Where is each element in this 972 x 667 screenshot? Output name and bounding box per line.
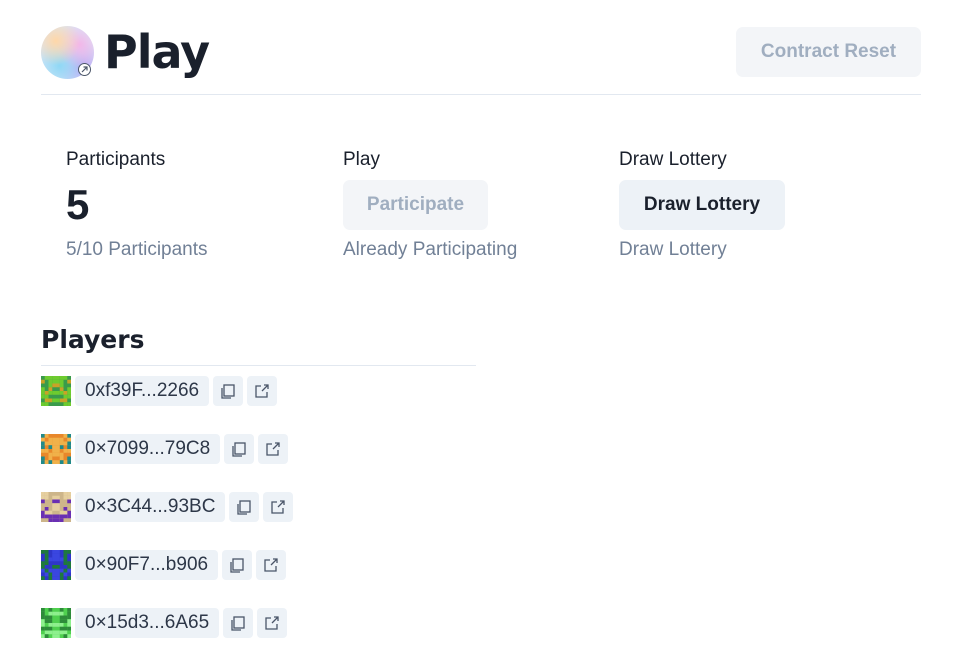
external-link-icon[interactable] xyxy=(256,550,287,580)
players-heading: Players xyxy=(41,322,476,366)
play-label: Play xyxy=(343,149,380,170)
page-title: Play xyxy=(104,25,210,79)
player-address: 0×90F7...b906 xyxy=(75,550,219,580)
external-link-icon[interactable] xyxy=(263,492,294,522)
participants-help-text: 5/10 Participants xyxy=(66,239,208,260)
player-row: 0xf39F...2266 xyxy=(41,376,281,406)
copy-icon[interactable] xyxy=(224,434,255,464)
participate-button[interactable]: Participate xyxy=(343,180,488,230)
play-help-text: Already Participating xyxy=(343,239,518,260)
player-row: 0×3C44...93BC xyxy=(41,492,297,522)
player-avatar xyxy=(41,376,71,406)
external-link-icon[interactable] xyxy=(257,608,288,638)
page-header: Play Contract Reset xyxy=(41,24,921,95)
player-address: 0xf39F...2266 xyxy=(75,376,210,406)
play-stat: Play Participate Already Participating xyxy=(343,148,517,260)
participants-label: Participants xyxy=(66,149,166,170)
participants-stat: Participants 5 5/10 Participants xyxy=(66,148,208,260)
copy-icon[interactable] xyxy=(229,492,260,522)
external-link-badge-icon xyxy=(78,63,91,76)
player-row: 0×90F7...b906 xyxy=(41,550,290,580)
draw-lottery-label: Draw Lottery xyxy=(619,149,727,170)
external-link-icon[interactable] xyxy=(247,376,278,406)
player-address: 0×15d3...6A65 xyxy=(75,608,220,638)
draw-lottery-stat: Draw Lottery Draw Lottery Draw Lottery xyxy=(619,148,785,260)
copy-icon[interactable] xyxy=(223,608,254,638)
player-address: 0×3C44...93BC xyxy=(75,492,226,522)
app-logo[interactable] xyxy=(41,26,94,79)
player-avatar xyxy=(41,492,71,522)
participants-count: 5 xyxy=(66,181,90,228)
player-avatar xyxy=(41,608,71,638)
copy-icon[interactable] xyxy=(222,550,253,580)
player-address: 0×7099...79C8 xyxy=(75,434,221,464)
player-row: 0×7099...79C8 xyxy=(41,434,292,464)
contract-reset-button[interactable]: Contract Reset xyxy=(736,27,921,77)
external-link-icon[interactable] xyxy=(258,434,289,464)
draw-lottery-button[interactable]: Draw Lottery xyxy=(619,180,785,230)
player-avatar xyxy=(41,550,71,580)
player-row: 0×15d3...6A65 xyxy=(41,608,291,638)
player-avatar xyxy=(41,434,71,464)
draw-lottery-help-text: Draw Lottery xyxy=(619,239,727,260)
copy-icon[interactable] xyxy=(213,376,244,406)
